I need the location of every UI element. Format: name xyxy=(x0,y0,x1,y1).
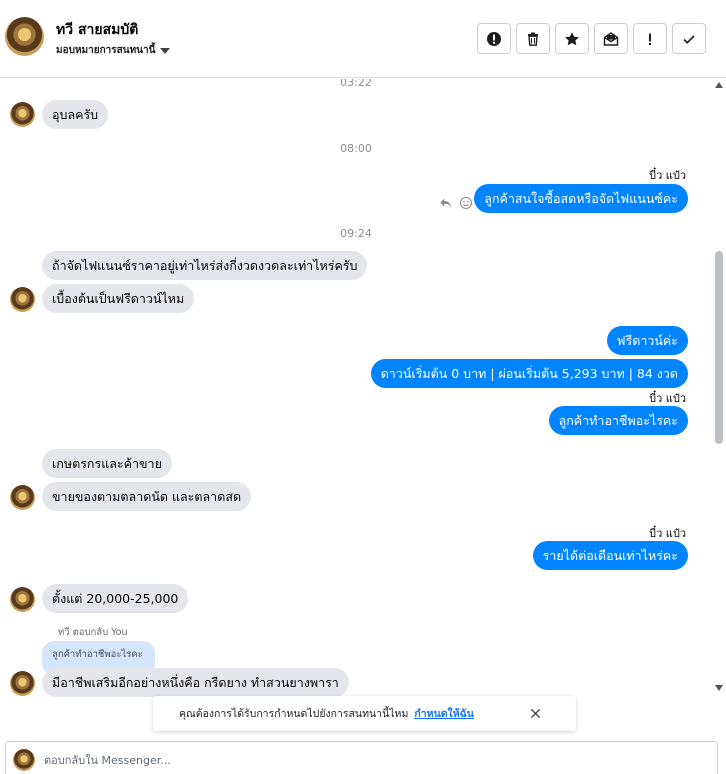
incoming-message[interactable]: เบื้องต้นเป็นฟรีดาวน์ไหม xyxy=(42,284,195,313)
check-icon xyxy=(683,34,695,44)
scroll-up-arrow-icon[interactable] xyxy=(715,82,723,88)
exclamation-icon xyxy=(649,33,651,45)
outgoing-message[interactable]: ดาวน์เริ่มต้น 0 บาท | ผ่อนเริ่มต้น 5,293… xyxy=(370,359,688,388)
contact-name[interactable]: ทวี สายสมบัติ xyxy=(56,19,138,41)
react-icon[interactable] xyxy=(458,195,474,211)
seen-by-label: บี๋ว แป๋ว xyxy=(649,392,686,405)
contact-avatar-small xyxy=(10,485,35,510)
incoming-message[interactable]: เกษตรกรและค้าขาย xyxy=(42,449,172,478)
incoming-message[interactable]: ขายของตามตลาดนัด และตลาดสด xyxy=(42,482,252,511)
follow-up-button[interactable] xyxy=(633,23,667,54)
contact-avatar-small xyxy=(10,287,35,312)
scroll-down-arrow-icon[interactable] xyxy=(715,685,723,691)
close-icon[interactable] xyxy=(528,706,542,720)
reply-input[interactable] xyxy=(44,751,684,769)
seen-by-label: บี๋ว แป๋ว xyxy=(649,527,686,540)
toast-text: คุณต้องการได้รับการกำหนดไปยังการสนทนานี้… xyxy=(179,708,409,720)
alert-circle-icon xyxy=(487,31,501,46)
trash-icon xyxy=(528,32,538,46)
mark-unread-button[interactable] xyxy=(594,23,628,54)
contact-avatar-small xyxy=(10,102,35,127)
spam-button[interactable] xyxy=(477,23,511,54)
done-button[interactable] xyxy=(672,23,706,54)
thread-scrollbar[interactable] xyxy=(712,79,726,697)
incoming-message[interactable]: ถ้าจัดไฟแนนซ์ราคาอยู่เท่าไหร่ส่งกี่งวดงว… xyxy=(42,251,368,280)
incoming-message[interactable]: มีอาชีพเสริมอีกอย่างหนึ่งคือ กรีดยาง ทำส… xyxy=(42,668,349,697)
assign-prompt-toast: คุณต้องการได้รับการกำหนดไปยังการสนทนานี้… xyxy=(153,696,576,731)
conversation-toolbar xyxy=(477,23,706,54)
star-button[interactable] xyxy=(555,23,589,54)
message-actions xyxy=(438,195,474,211)
page-avatar xyxy=(13,749,35,771)
assign-label: มอบหมายการสนทนานี้ xyxy=(56,45,156,56)
outgoing-message[interactable]: ลูกค้าทำอาชีพอะไรคะ xyxy=(548,406,688,435)
contact-avatar-small xyxy=(10,587,35,612)
timestamp: 03:22 xyxy=(340,79,372,89)
reply-composer xyxy=(5,741,718,774)
assign-conversation-dropdown[interactable]: มอบหมายการสนทนานี้ xyxy=(56,43,171,58)
timestamp: 08:00 xyxy=(340,142,372,155)
scroll-thumb[interactable] xyxy=(715,251,723,444)
caret-down-icon xyxy=(160,47,171,54)
incoming-message[interactable]: อุบลครับ xyxy=(42,100,109,129)
star-icon xyxy=(565,31,579,45)
assign-to-me-link[interactable]: กำหนดให้ฉัน xyxy=(414,705,474,722)
message-thread: 03:22 อุบลครับ 08:00 บี๋ว แป๋ว ลูกค้าสนใ… xyxy=(0,79,712,697)
contact-avatar[interactable] xyxy=(5,17,44,56)
delete-button[interactable] xyxy=(516,23,550,54)
reply-indicator: ทวี ตอบกลับ You xyxy=(58,627,128,638)
reply-icon[interactable] xyxy=(438,195,454,211)
outgoing-message[interactable]: รายได้ต่อเดือนเท่าไหร่คะ xyxy=(532,541,688,570)
outgoing-message[interactable]: ฟรีดาวน์ค่ะ xyxy=(606,326,688,355)
mail-open-icon xyxy=(603,31,619,46)
outgoing-message[interactable]: ลูกค้าสนใจซื้อสดหรือจัดไฟแนนซ์คะ xyxy=(474,184,688,213)
timestamp: 09:24 xyxy=(340,227,372,240)
contact-avatar-small xyxy=(10,671,35,696)
conversation-header: ทวี สายสมบัติ มอบหมายการสนทนานี้ xyxy=(0,0,726,78)
seen-by-label: บี๋ว แป๋ว xyxy=(649,169,686,182)
incoming-message[interactable]: ตั้งแต่ 20,000-25,000 xyxy=(42,584,189,613)
